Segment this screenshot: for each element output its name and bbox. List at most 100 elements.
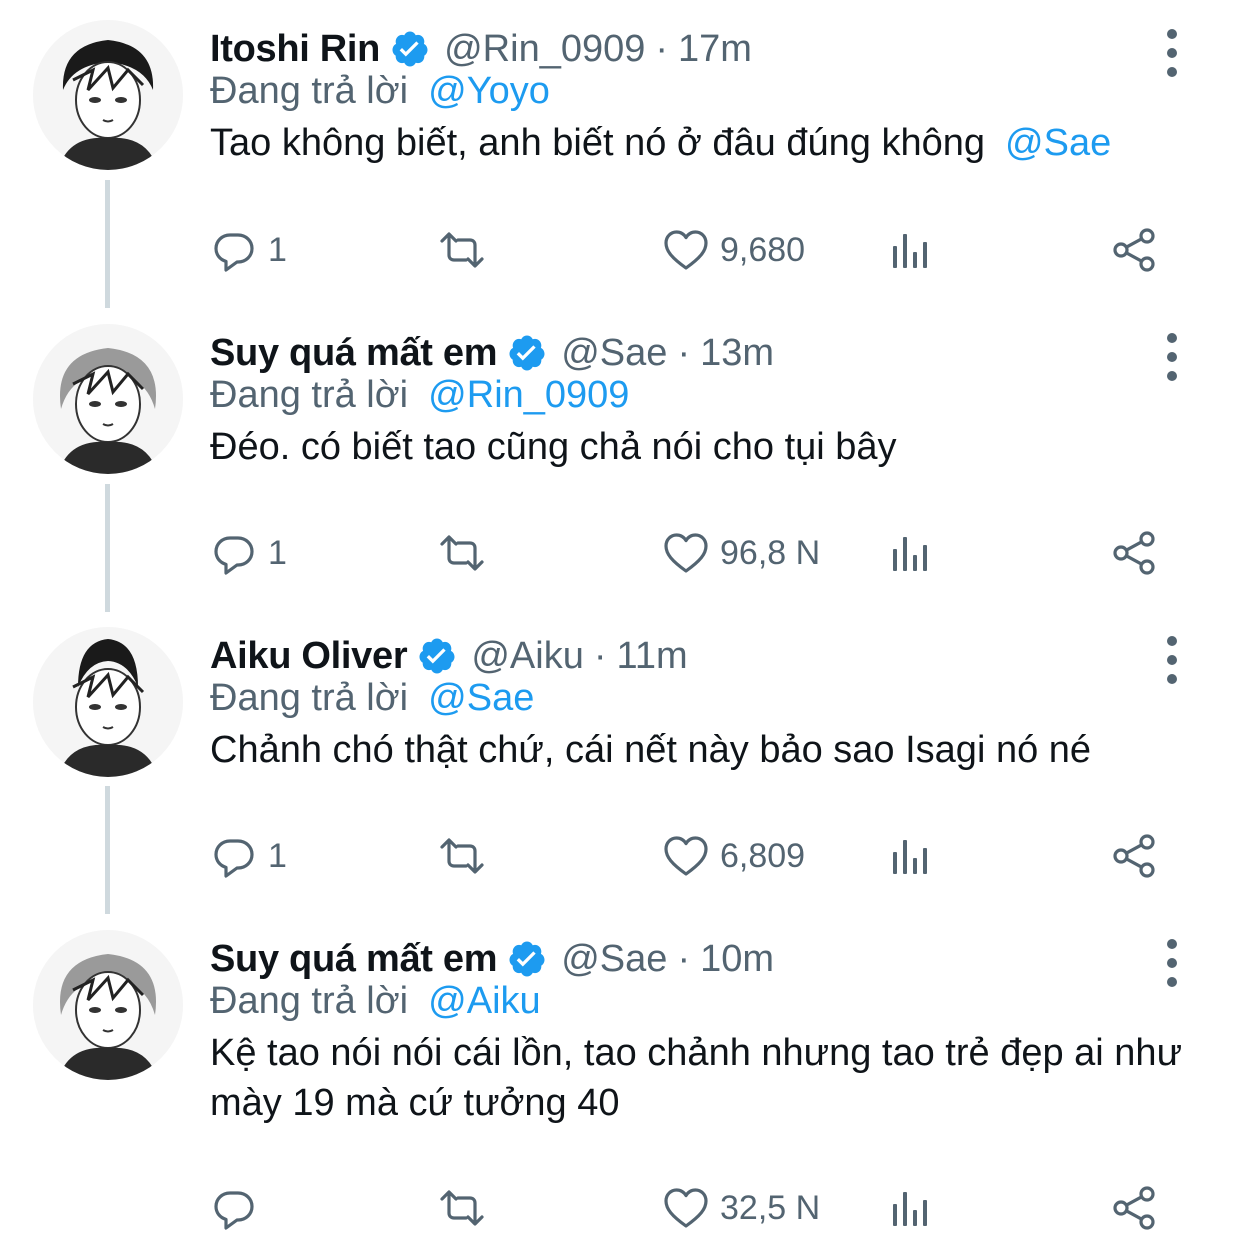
verified-badge-icon xyxy=(390,29,430,69)
replying-to: Đang trả lời @Yoyo xyxy=(210,70,550,113)
more-vertical-icon[interactable] xyxy=(1150,332,1194,382)
display-name[interactable]: Suy quá mất em xyxy=(210,938,498,981)
retweet-icon xyxy=(438,529,486,577)
replying-prefix: Đang trả lời xyxy=(210,980,409,1022)
retweet-icon xyxy=(438,1184,486,1232)
reply-bubble-icon xyxy=(210,1184,258,1232)
user-handle[interactable]: @Sae xyxy=(561,332,667,375)
replying-to-mention[interactable]: @Rin_0909 xyxy=(428,374,629,416)
share-button[interactable] xyxy=(1110,222,1158,278)
tweet-text: Chảnh chó thật chứ, cái nết này bảo sao … xyxy=(210,725,1210,775)
reply-button[interactable]: 1 xyxy=(210,828,287,884)
share-button[interactable] xyxy=(1110,828,1158,884)
tweet-actions: 1 9,680 xyxy=(210,222,1200,278)
like-button[interactable]: 9,680 xyxy=(662,222,805,278)
display-name[interactable]: Itoshi Rin xyxy=(210,28,380,71)
replying-to: Đang trả lời @Sae xyxy=(210,677,534,720)
avatar[interactable] xyxy=(33,627,183,777)
share-button[interactable] xyxy=(1110,1180,1158,1236)
retweet-button[interactable] xyxy=(438,828,496,884)
verified-badge-icon xyxy=(417,636,457,676)
more-vertical-icon[interactable] xyxy=(1150,28,1194,78)
tweet-text-mention[interactable]: @Sae xyxy=(1005,122,1111,164)
share-icon xyxy=(1110,529,1158,577)
analytics-bars-icon xyxy=(886,529,934,577)
separator-dot: · xyxy=(677,937,691,980)
heart-icon xyxy=(662,832,710,880)
reply-count: 1 xyxy=(268,230,287,269)
timestamp[interactable]: 11m xyxy=(617,635,688,678)
avatar-image xyxy=(33,20,183,170)
timestamp[interactable]: 13m xyxy=(700,332,774,375)
share-button[interactable] xyxy=(1110,525,1158,581)
analytics-button[interactable] xyxy=(886,525,934,581)
user-handle[interactable]: @Rin_0909 xyxy=(444,28,645,71)
heart-icon xyxy=(662,529,710,577)
share-icon xyxy=(1110,226,1158,274)
tweet-actions: 32,5 N xyxy=(210,1180,1200,1236)
verified-badge-icon xyxy=(507,939,547,979)
heart-icon xyxy=(662,1184,710,1232)
replying-prefix: Đang trả lời xyxy=(210,374,409,416)
separator-dot: · xyxy=(593,634,607,677)
analytics-bars-icon xyxy=(886,1184,934,1232)
tweet-text: Đéo. có biết tao cũng chả nói cho tụi bâ… xyxy=(210,422,1210,472)
tweet-text: Kệ tao nói nói cái lồn, tao chảnh nhưng … xyxy=(210,1028,1210,1128)
analytics-button[interactable] xyxy=(886,1180,934,1236)
like-button[interactable]: 96,8 N xyxy=(662,525,820,581)
user-handle[interactable]: @Sae xyxy=(561,938,667,981)
like-count: 6,809 xyxy=(720,836,806,875)
tweet[interactable]: Itoshi Rin @Rin_0909 · 17m Đang trả lời … xyxy=(0,20,1234,282)
replying-to: Đang trả lời @Rin_0909 xyxy=(210,374,629,417)
reply-button[interactable]: 1 xyxy=(210,222,287,278)
tweet[interactable]: Aiku Oliver @Aiku · 11m Đang trả lời @Sa… xyxy=(0,627,1234,888)
tweet-text-body: Chảnh chó thật chứ, cái nết này bảo sao … xyxy=(210,729,1092,771)
retweet-icon xyxy=(438,226,486,274)
avatar[interactable] xyxy=(33,324,183,474)
like-count: 32,5 N xyxy=(720,1188,821,1227)
reply-button[interactable]: 1 xyxy=(210,525,287,581)
like-button[interactable]: 32,5 N xyxy=(662,1180,820,1236)
more-vertical-icon[interactable] xyxy=(1150,938,1194,988)
user-handle[interactable]: @Aiku xyxy=(471,635,584,678)
analytics-button[interactable] xyxy=(886,828,934,884)
avatar-image xyxy=(33,324,183,474)
reply-bubble-icon xyxy=(210,832,258,880)
replying-to: Đang trả lời @Aiku xyxy=(210,980,541,1023)
display-name[interactable]: Aiku Oliver xyxy=(210,635,408,678)
timestamp[interactable]: 17m xyxy=(678,28,752,71)
analytics-bars-icon xyxy=(886,832,934,880)
avatar-image xyxy=(33,930,183,1080)
retweet-icon xyxy=(438,832,486,880)
reply-button[interactable] xyxy=(210,1180,268,1236)
like-button[interactable]: 6,809 xyxy=(662,828,805,884)
avatar[interactable] xyxy=(33,20,183,170)
reply-count: 1 xyxy=(268,533,287,572)
replying-to-mention[interactable]: @Aiku xyxy=(428,980,541,1022)
replying-prefix: Đang trả lời xyxy=(210,70,409,112)
retweet-button[interactable] xyxy=(438,222,496,278)
tweet-text-body: Tao không biết, anh biết nó ở đâu đúng k… xyxy=(210,122,985,164)
more-vertical-icon[interactable] xyxy=(1150,635,1194,685)
verified-badge-icon xyxy=(507,333,547,373)
tweet-text-body: Kệ tao nói nói cái lồn, tao chảnh nhưng … xyxy=(210,1032,1183,1124)
reply-bubble-icon xyxy=(210,529,258,577)
timestamp[interactable]: 10m xyxy=(700,938,774,981)
like-count: 9,680 xyxy=(720,230,806,269)
reply-bubble-icon xyxy=(210,226,258,274)
avatar-image xyxy=(33,627,183,777)
tweet[interactable]: Suy quá mất em @Sae · 10m Đang trả lời @… xyxy=(0,930,1234,1240)
analytics-button[interactable] xyxy=(886,222,934,278)
share-icon xyxy=(1110,832,1158,880)
replying-to-mention[interactable]: @Yoyo xyxy=(428,70,550,112)
share-icon xyxy=(1110,1184,1158,1232)
tweet-text: Tao không biết, anh biết nó ở đâu đúng k… xyxy=(210,118,1210,168)
avatar[interactable] xyxy=(33,930,183,1080)
display-name[interactable]: Suy quá mất em xyxy=(210,332,498,375)
tweet[interactable]: Suy quá mất em @Sae · 13m Đang trả lời @… xyxy=(0,324,1234,585)
replying-prefix: Đang trả lời xyxy=(210,677,409,719)
tweet-text-body: Đéo. có biết tao cũng chả nói cho tụi bâ… xyxy=(210,426,897,468)
retweet-button[interactable] xyxy=(438,1180,496,1236)
replying-to-mention[interactable]: @Sae xyxy=(428,677,534,719)
retweet-button[interactable] xyxy=(438,525,496,581)
